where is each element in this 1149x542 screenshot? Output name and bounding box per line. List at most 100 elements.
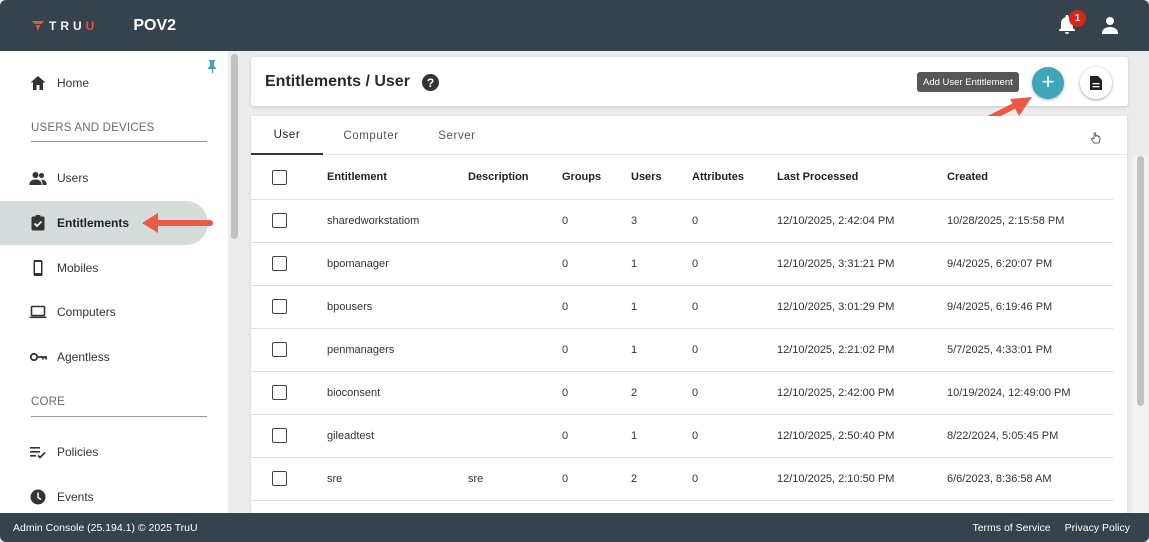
- sidebar-item-label: Events: [57, 490, 94, 504]
- table-row[interactable]: penmanagers 0 1 0 12/10/2025, 2:21:02 PM…: [251, 328, 1113, 372]
- cell-groups: 0: [562, 328, 631, 372]
- cell-users: 1: [631, 285, 692, 329]
- table-row[interactable]: bioconsent 0 2 0 12/10/2025, 2:42:00 PM …: [251, 371, 1113, 415]
- column-header-last-processed[interactable]: Last Processed: [777, 156, 947, 200]
- sidebar-item-users[interactable]: Users: [0, 156, 208, 200]
- mouse-pointer-icon: [1091, 132, 1101, 144]
- sidebar-item-label: Home: [57, 76, 90, 90]
- sidebar-item-home[interactable]: Home: [0, 61, 208, 105]
- column-header-groups[interactable]: Groups: [562, 156, 631, 200]
- cell-entitlement: sre: [327, 457, 468, 501]
- sidebar-item-events[interactable]: Events: [0, 475, 208, 513]
- sidebar-scrollbar[interactable]: [231, 54, 238, 239]
- cell-last-processed: 12/10/2025, 3:31:21 PM: [777, 242, 947, 286]
- section-divider: [31, 416, 207, 417]
- row-checkbox[interactable]: [272, 428, 287, 443]
- app-title: POV2: [133, 16, 177, 34]
- cell-created: 10/28/2025, 2:15:58 PM: [947, 199, 1113, 243]
- laptop-icon: [29, 305, 47, 319]
- section-label-users-devices: USERS AND DEVICES: [31, 122, 155, 134]
- sidebar-item-entitlements[interactable]: Entitlements: [0, 201, 208, 245]
- checklist-icon: [30, 447, 46, 459]
- table-row[interactable]: sharedworkstatiom 0 3 0 12/10/2025, 2:42…: [251, 199, 1113, 243]
- cell-attributes: 0: [692, 371, 777, 415]
- cell-attributes: 0: [692, 414, 777, 458]
- sidebar-item-agentless[interactable]: Agentless: [0, 335, 208, 379]
- column-header-entitlement[interactable]: Entitlement: [327, 156, 468, 200]
- table-row[interactable]: [251, 500, 1113, 513]
- key-icon: [29, 352, 47, 362]
- cell-entitlement: gileadtest: [327, 414, 468, 458]
- tab-computer[interactable]: Computer: [331, 116, 411, 155]
- cell-users: 2: [631, 371, 692, 415]
- cell-description: [468, 414, 562, 458]
- cell-groups: 0: [562, 414, 631, 458]
- document-icon: [1090, 76, 1102, 90]
- cell-attributes: 0: [692, 285, 777, 329]
- logo-mark-icon: [32, 20, 44, 31]
- cell-description: [468, 285, 562, 329]
- notifications-button[interactable]: 1: [1057, 10, 1086, 36]
- table-row[interactable]: sre sre 0 2 0 12/10/2025, 2:10:50 PM 6/6…: [251, 457, 1113, 501]
- users-icon: [29, 172, 47, 185]
- row-checkbox[interactable]: [272, 342, 287, 357]
- cell-entitlement: bioconsent: [327, 371, 468, 415]
- cell-last-processed: 12/10/2025, 3:01:29 PM: [777, 285, 947, 329]
- sidebar-item-label: Policies: [57, 445, 99, 459]
- table-row[interactable]: bpousers 0 1 0 12/10/2025, 3:01:29 PM 9/…: [251, 285, 1113, 329]
- page-header-card: Entitlements / User ? Add User Entitleme…: [251, 57, 1128, 106]
- row-checkbox[interactable]: [272, 471, 287, 486]
- cell-description: [468, 328, 562, 372]
- table-scrollbar[interactable]: [1137, 156, 1144, 406]
- privacy-policy-link[interactable]: Privacy Policy: [1065, 522, 1130, 534]
- home-icon: [30, 76, 46, 90]
- entitlements-table-card: User Computer Server Entitlement Descrip…: [251, 116, 1127, 513]
- terms-of-service-link[interactable]: Terms of Service: [972, 522, 1050, 534]
- cell-attributes: 0: [692, 199, 777, 243]
- column-header-users[interactable]: Users: [631, 156, 692, 200]
- entity-tabs: User Computer Server: [251, 116, 1127, 155]
- cell-description: [468, 199, 562, 243]
- notification-badge: 1: [1069, 10, 1086, 27]
- sidebar-item-policies[interactable]: Policies: [0, 430, 208, 474]
- table-row[interactable]: gileadtest 0 1 0 12/10/2025, 2:50:40 PM …: [251, 414, 1113, 458]
- cell-created: 6/6/2023, 8:36:58 AM: [947, 457, 1113, 501]
- cell-entitlement: bpomanager: [327, 242, 468, 286]
- table-row[interactable]: bpomanager 0 1 0 12/10/2025, 3:31:21 PM …: [251, 242, 1113, 286]
- cell-created: 5/7/2025, 4:33:01 PM: [947, 328, 1113, 372]
- cell-created: 9/4/2025, 6:20:07 PM: [947, 242, 1113, 286]
- truu-logo[interactable]: TRUU: [31, 19, 98, 33]
- account-icon[interactable]: [1101, 15, 1119, 35]
- row-checkbox[interactable]: [272, 299, 287, 314]
- column-header-created[interactable]: Created: [947, 156, 1113, 200]
- row-checkbox[interactable]: [272, 385, 287, 400]
- sidebar-item-computers[interactable]: Computers: [0, 290, 208, 334]
- cell-users: 1: [631, 328, 692, 372]
- add-user-entitlement-button[interactable]: +: [1032, 67, 1064, 99]
- table-header-row: Entitlement Description Groups Users Att…: [251, 156, 1113, 200]
- page-title: Entitlements / User: [265, 73, 410, 90]
- cell-created: 9/4/2025, 6:19:46 PM: [947, 285, 1113, 329]
- row-checkbox[interactable]: [272, 213, 287, 228]
- cell-users: 3: [631, 199, 692, 243]
- section-label-core: CORE: [31, 396, 66, 408]
- sidebar-item-mobiles[interactable]: Mobiles: [0, 246, 208, 290]
- row-checkbox[interactable]: [272, 256, 287, 271]
- sidebar: Home USERS AND DEVICES Users Entitlement…: [0, 51, 228, 513]
- tab-server[interactable]: Server: [427, 116, 487, 155]
- export-document-button[interactable]: [1080, 67, 1112, 99]
- tab-user[interactable]: User: [251, 116, 323, 155]
- column-header-attributes[interactable]: Attributes: [692, 156, 777, 200]
- logo-text: TRUU: [49, 18, 99, 33]
- cell-groups: 0: [562, 242, 631, 286]
- select-all-checkbox[interactable]: [272, 169, 287, 185]
- sidebar-item-label: Users: [57, 171, 89, 185]
- help-icon[interactable]: ?: [422, 74, 439, 91]
- clock-icon: [30, 489, 46, 505]
- cell-description: [468, 371, 562, 415]
- column-header-description[interactable]: Description: [468, 156, 562, 200]
- mobile-icon: [33, 260, 43, 276]
- cell-groups: 0: [562, 371, 631, 415]
- assignment-check-icon: [31, 215, 45, 231]
- sidebar-item-label: Mobiles: [57, 261, 99, 275]
